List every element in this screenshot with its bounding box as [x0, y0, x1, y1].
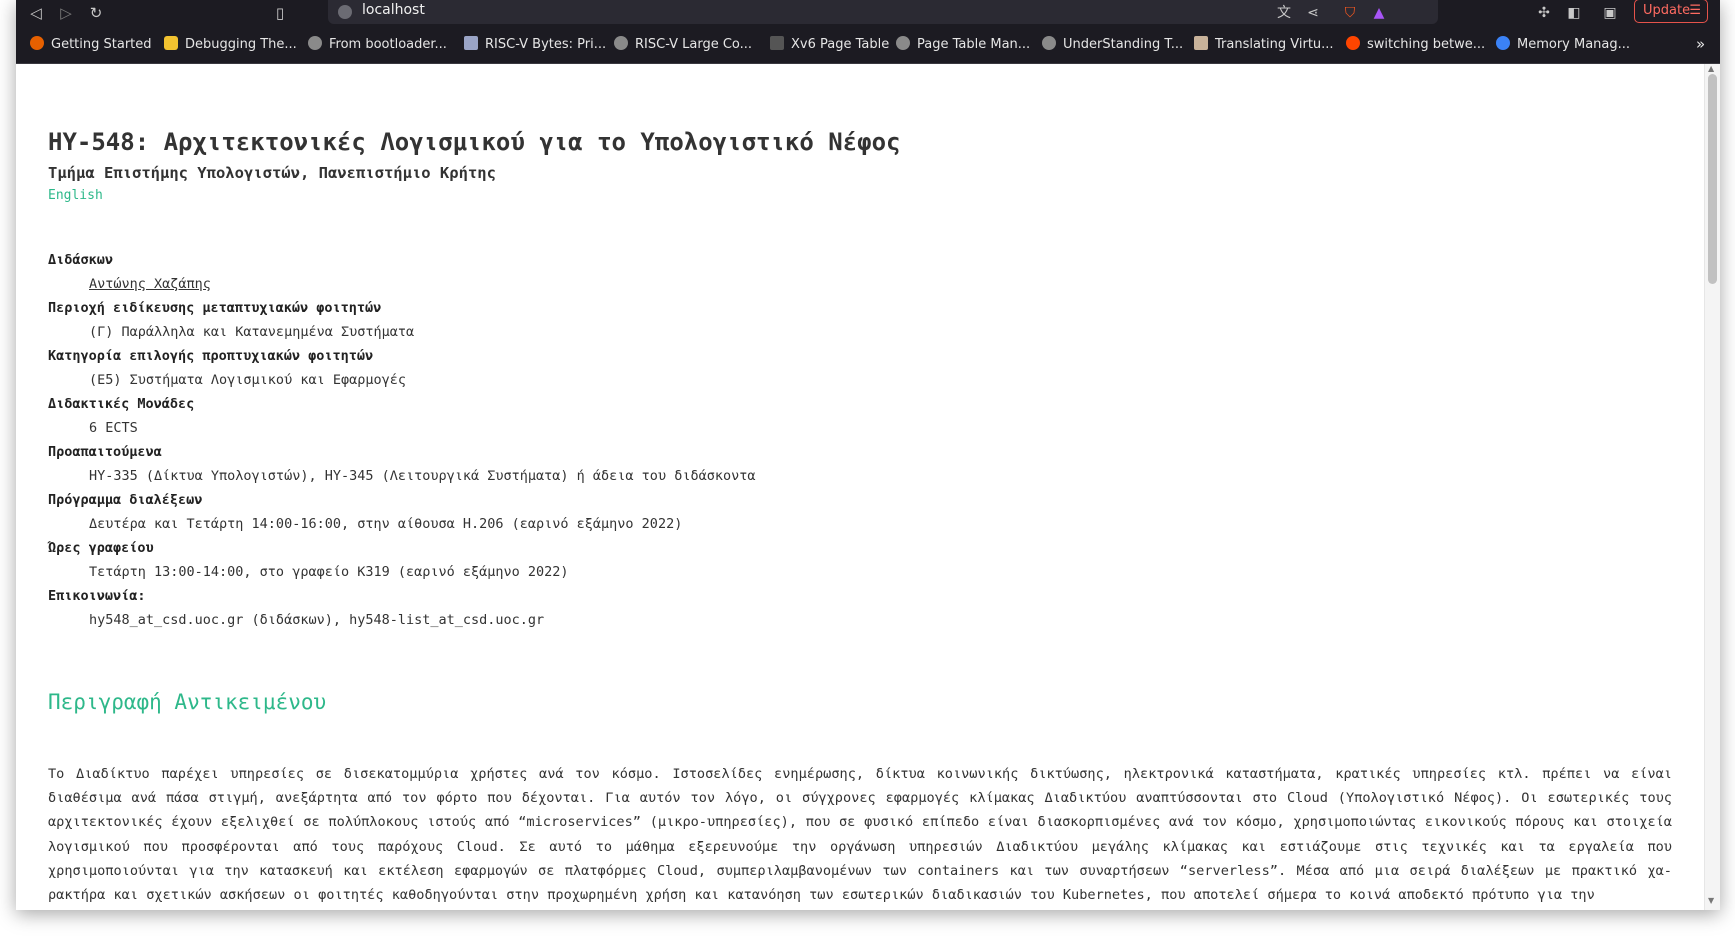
description-paragraph: Το Διαδίκτυο παρέχει υπηρεσίες σε δισεκα…	[48, 766, 1672, 904]
bookmark-item[interactable]: Getting Started	[30, 36, 152, 54]
globe-icon	[614, 36, 628, 50]
sidebar-icon[interactable]: ◧	[1564, 3, 1584, 23]
bookmark-item[interactable]: Xv6 Page Table	[770, 36, 889, 54]
scroll-down-icon[interactable]: ▼	[1708, 896, 1714, 905]
info-term: Πρόγραμμα διαλέξεων	[48, 492, 203, 508]
vertical-scrollbar[interactable]: ▲ ▼	[1704, 64, 1720, 910]
page-subtitle: Τμήμα Επιστήμης Υπολογιστών, Πανεπιστήμι…	[48, 164, 496, 182]
share-icon[interactable]: ⋖	[1303, 3, 1323, 23]
info-term: Διδάσκων	[48, 252, 114, 268]
info-term: Περιοχή ειδίκευσης μεταπτυχιακών φοιτητώ…	[48, 300, 382, 316]
bookmark-item[interactable]: Page Table Man...	[896, 36, 1030, 54]
site-info-icon[interactable]	[338, 5, 352, 19]
reload-icon[interactable]: ↻	[86, 3, 106, 23]
reddit-icon	[1346, 36, 1360, 50]
address-bar[interactable]: localhost	[328, 0, 1438, 24]
page-title: HY-548: Αρχιτεκτονικές Λογισμικού για το…	[48, 128, 901, 156]
brave-rewards-icon[interactable]: ▲	[1369, 3, 1389, 23]
info-term: Διδακτικές Μονάδες	[48, 396, 195, 412]
info-value: HY-335 (Δίκτυα Υπολογιστών), HY-345 (Λει…	[89, 468, 756, 484]
image-icon	[1194, 36, 1208, 50]
url-text[interactable]: localhost	[362, 2, 425, 18]
menu-icon: ☰	[1689, 3, 1701, 18]
bookmark-item[interactable]: Memory Manag...	[1496, 36, 1630, 54]
course-info-list: Διδάσκων Αντώνης Χαζάπης Περιοχή ειδίκευ…	[48, 248, 1648, 632]
globe-icon	[308, 36, 322, 50]
scroll-up-icon[interactable]: ▲	[1708, 64, 1714, 73]
bookmark-item[interactable]: Translating Virtu...	[1194, 36, 1334, 54]
translate-icon[interactable]: 文	[1274, 3, 1294, 23]
tux-icon	[164, 36, 178, 50]
info-value: 6 ECTS	[89, 420, 138, 436]
info-term: Επικοινωνία:	[48, 588, 146, 604]
info-term: Κατηγορία επιλογής προπτυχιακών φοιτητών	[48, 348, 374, 364]
instructor-link[interactable]: Αντώνης Χαζάπης	[89, 276, 211, 292]
firefox-icon	[30, 36, 44, 50]
chess-icon	[770, 36, 784, 50]
bookmark-item[interactable]: From bootloader...	[308, 36, 447, 54]
globe-icon	[896, 36, 910, 50]
update-button[interactable]: Update ☰	[1634, 0, 1708, 23]
os-icon	[1496, 36, 1510, 50]
browser-window: ◁ ▷ ↻ ▯ localhost 文 ⋖ ⛉ ▲ ✣ ◧ ▣ Update ☰…	[16, 0, 1720, 910]
brave-shields-icon[interactable]: ⛉	[1340, 3, 1360, 23]
forward-icon[interactable]: ▷	[56, 3, 76, 23]
bookmark-item[interactable]: switching betwe...	[1346, 36, 1485, 54]
extensions-icon[interactable]: ✣	[1534, 3, 1554, 23]
info-term: Προαπαιτούμενα	[48, 444, 162, 460]
info-value: (Ε5) Συστήματα Λογισμικού και Εφαρμογές	[89, 372, 406, 388]
info-term: Ώρες γραφείου	[48, 540, 154, 556]
globe-icon	[1042, 36, 1056, 50]
bookmark-icon[interactable]: ▯	[270, 3, 290, 23]
back-icon[interactable]: ◁	[26, 3, 46, 23]
bookmarks-bar: Getting Started Debugging The... From bo…	[16, 27, 1720, 64]
bookmark-item[interactable]: RISC-V Bytes: Pri...	[464, 36, 606, 54]
info-value: Δευτέρα και Τετάρτη 14:00-16:00, στην αί…	[89, 516, 683, 532]
bookmark-item[interactable]: RISC-V Large Co...	[614, 36, 752, 54]
info-value: Τετάρτη 13:00-14:00, στο γραφείο Κ319 (ε…	[89, 564, 569, 580]
english-link[interactable]: English	[48, 188, 103, 203]
update-label: Update	[1643, 3, 1691, 18]
info-value: hy548_at_csd.uoc.gr (διδάσκων), hy548-li…	[89, 612, 545, 628]
info-value: Αντώνης Χαζάπης	[48, 272, 1648, 296]
page-content: HY-548: Αρχιτεκτονικές Λογισμικού για το…	[16, 64, 1704, 910]
wallet-icon[interactable]: ▣	[1600, 3, 1620, 23]
scrollbar-thumb[interactable]	[1708, 74, 1717, 284]
info-value: (Γ) Παράλληλα και Κατανεμημένα Συστήματα	[89, 324, 415, 340]
floppy-icon	[464, 36, 478, 50]
browser-toolbar: ◁ ▷ ↻ ▯ localhost 文 ⋖ ⛉ ▲ ✣ ◧ ▣ Update ☰	[16, 0, 1720, 27]
bookmark-item[interactable]: UnderStanding T...	[1042, 36, 1183, 54]
section-title: Περιγραφή Αντικειμένου	[48, 690, 327, 714]
bookmark-item[interactable]: Debugging The...	[164, 36, 297, 54]
more-bookmarks-icon[interactable]: »	[1696, 35, 1705, 53]
